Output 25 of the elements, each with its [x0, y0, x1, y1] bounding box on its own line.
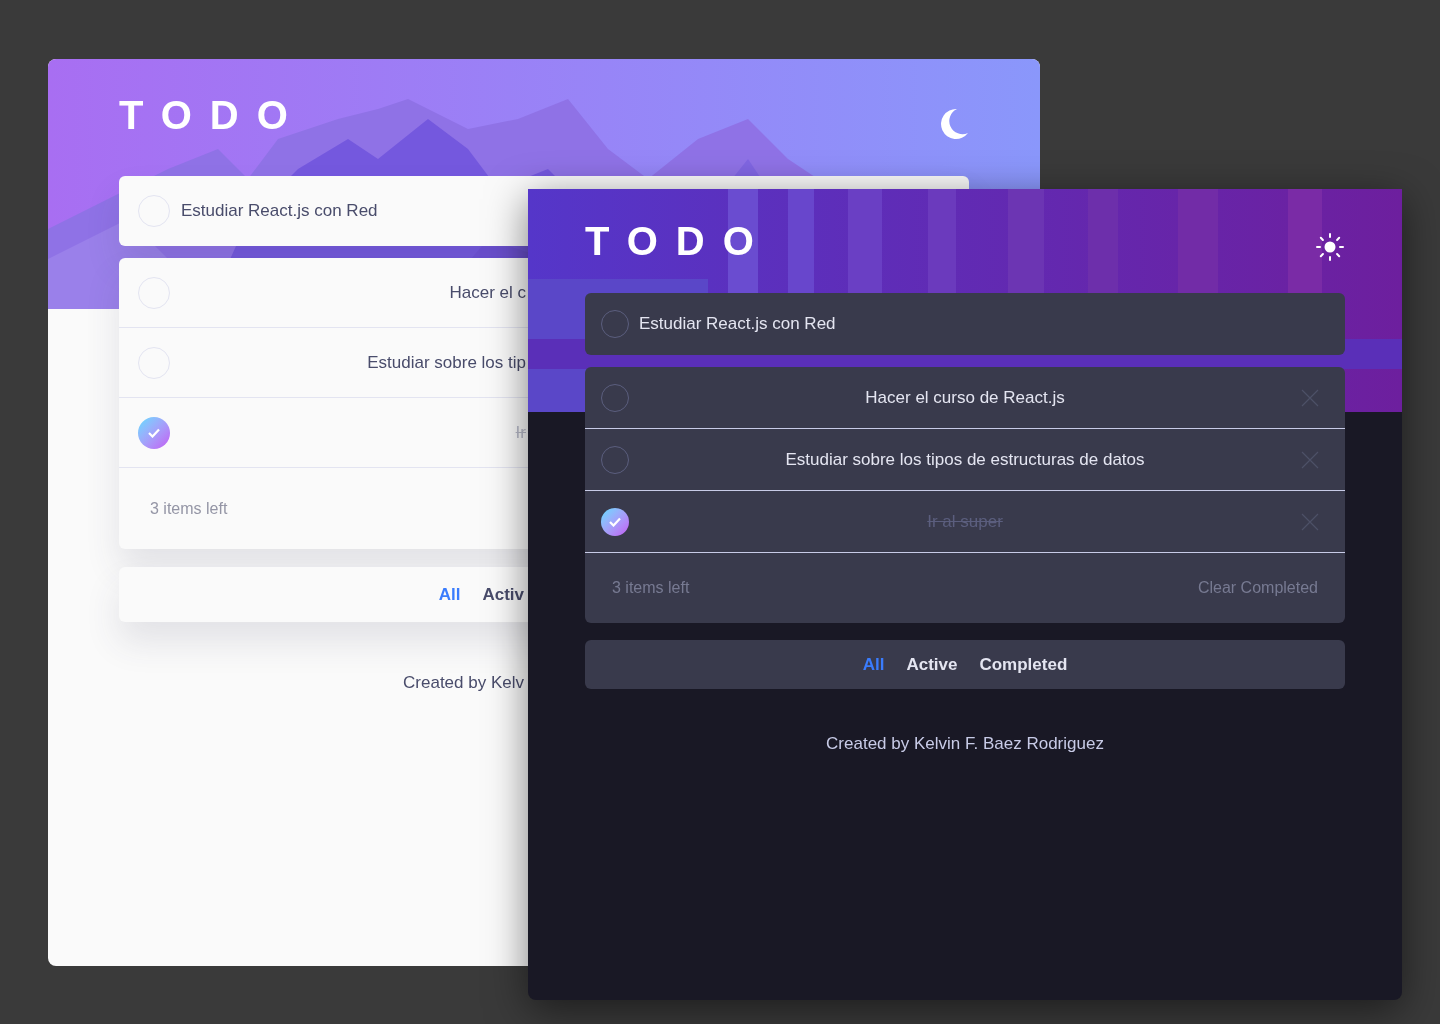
new-todo-input[interactable]: Estudiar React.js con Red — [181, 198, 501, 224]
todo-text: Hacer el curso de React.js — [865, 386, 1065, 409]
credit-text: Created by Kelv — [403, 672, 524, 694]
new-todo-input[interactable]: Estudiar React.js con Red — [639, 311, 959, 337]
check-icon — [609, 516, 621, 527]
todo-text: Ir — [515, 421, 526, 444]
todo-text: Hacer el c — [449, 281, 526, 304]
filter-tab[interactable]: Active — [906, 651, 958, 678]
filter-tab[interactable]: Completed — [979, 651, 1068, 678]
close-icon[interactable] — [1301, 512, 1319, 531]
items-left-count: 3 items left — [612, 578, 690, 598]
todo-text: Estudiar sobre los tip — [367, 351, 526, 374]
checked-checkbox[interactable] — [601, 507, 629, 536]
app-title: TODO — [585, 219, 772, 263]
items-left-count: 3 items left — [150, 498, 228, 519]
filter-tab[interactable]: All — [438, 581, 461, 608]
todo-text: Estudiar sobre los tipos de estructuras de datos — [785, 448, 1145, 471]
credit-text: Created by Kelvin F. Baez Rodriguez — [826, 733, 1104, 755]
check-icon — [148, 427, 160, 438]
close-icon[interactable] — [1301, 450, 1319, 469]
checked-checkbox[interactable] — [138, 416, 170, 449]
filter-tab[interactable]: Activ — [482, 581, 524, 608]
app-title: TODO — [119, 93, 306, 137]
close-icon[interactable] — [1301, 388, 1319, 407]
sun-icon[interactable] — [1315, 232, 1345, 262]
